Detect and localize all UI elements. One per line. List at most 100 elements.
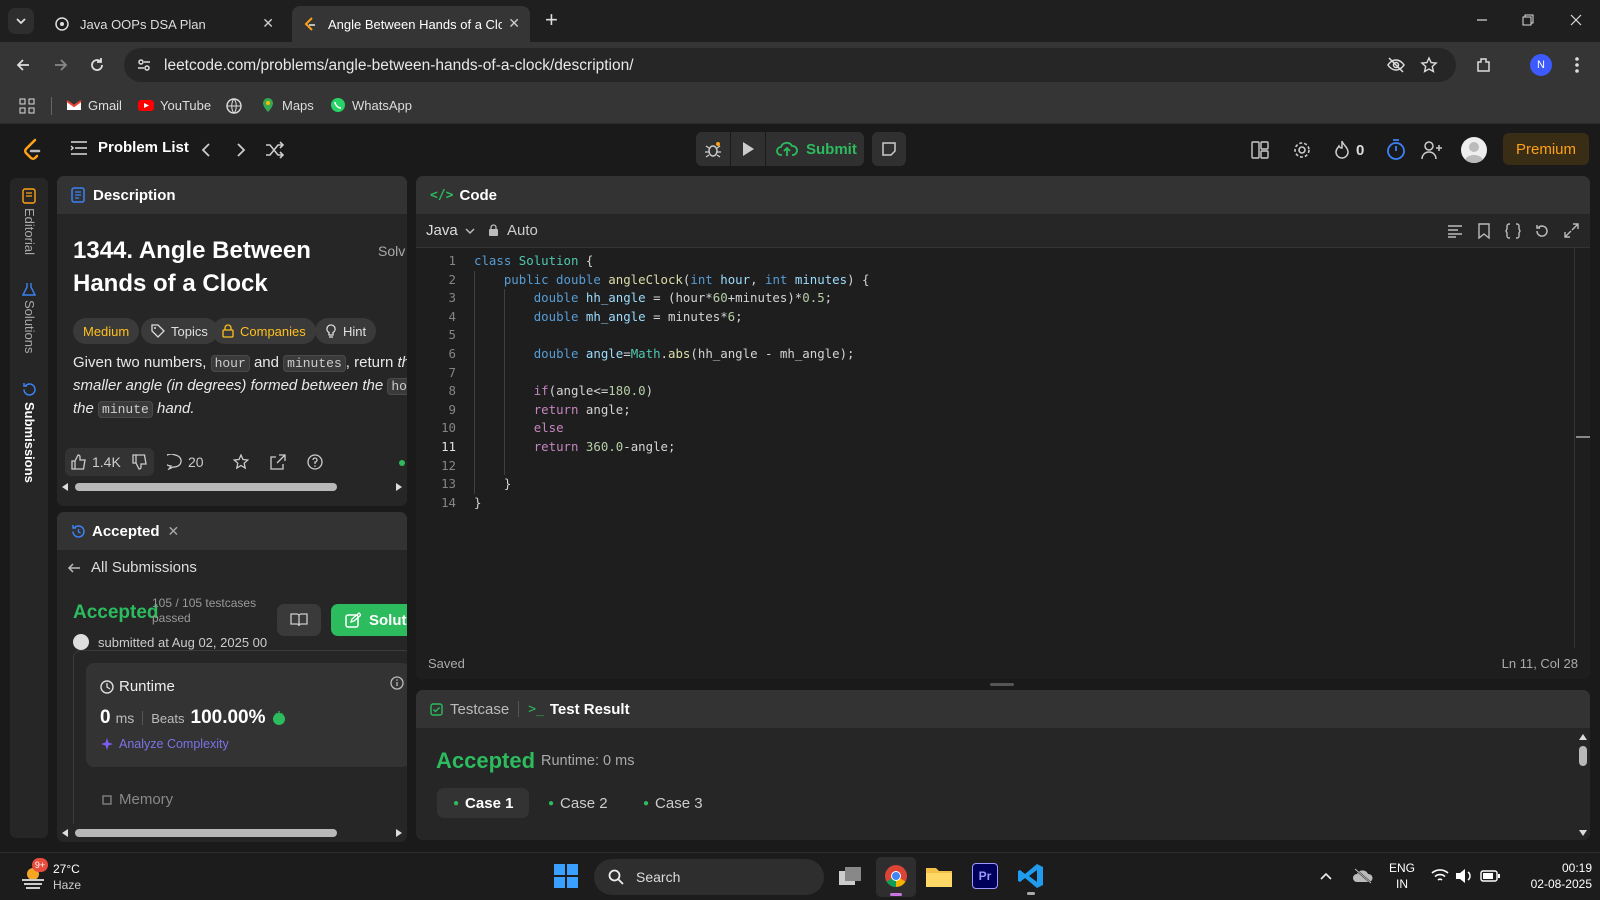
scroll-right-icon[interactable] (395, 829, 403, 837)
chrome-taskbar-button[interactable] (876, 857, 916, 897)
layout-icon[interactable] (1251, 141, 1269, 159)
globe-icon[interactable] (226, 98, 242, 114)
premium-button[interactable]: Premium (1503, 133, 1589, 165)
bookmark-icon[interactable] (1478, 223, 1490, 239)
scrollbar-thumb[interactable] (75, 483, 337, 491)
chevron-up-icon[interactable] (1319, 871, 1333, 881)
code-editor[interactable]: 1 2 3 4 5 6 7 8 9 10 11 12 13 14 class Solution { pub… (416, 252, 1590, 632)
problem-title[interactable]: 1344. Angle Between Hands of a Clock (73, 234, 311, 300)
bookmark-whatsapp[interactable]: WhatsApp (330, 97, 412, 113)
eye-off-icon[interactable] (1386, 56, 1406, 74)
file-explorer-button[interactable] (925, 863, 953, 891)
reset-icon[interactable] (1534, 223, 1550, 239)
scroll-right-icon[interactable] (395, 483, 403, 491)
new-tab-button[interactable]: + (545, 9, 558, 31)
address-bar[interactable]: leetcode.com/problems/angle-between-hand… (124, 48, 1456, 82)
leetcode-logo-icon[interactable] (22, 138, 42, 162)
result-scrollbar[interactable] (1576, 730, 1590, 840)
tab-submissions[interactable]: Submissions (22, 402, 37, 483)
add-friend-icon[interactable] (1421, 140, 1443, 160)
test-result-tab[interactable]: >_ Test Result (528, 701, 629, 718)
scroll-left-icon[interactable] (61, 829, 69, 837)
like-button[interactable]: 1.4K (65, 448, 127, 476)
vscode-button[interactable] (1017, 862, 1045, 895)
topics-tag-button[interactable]: Topics (141, 318, 218, 344)
horizontal-scrollbar[interactable] (57, 824, 407, 842)
bookmark-maps[interactable]: Maps (260, 97, 314, 113)
forward-button[interactable] (46, 50, 76, 80)
close-icon[interactable]: ✕ (262, 15, 274, 32)
browser-tab[interactable]: Java OOPs DSA Plan ✕ (44, 6, 284, 42)
star-icon[interactable] (1420, 56, 1438, 74)
all-submissions-link[interactable]: All Submissions (67, 559, 197, 576)
gear-icon[interactable] (1292, 140, 1312, 160)
restore-button[interactable] (1518, 10, 1538, 30)
language-select[interactable]: Java (426, 222, 476, 239)
bookmark-gmail[interactable]: Gmail (66, 97, 122, 113)
wifi-icon[interactable] (1431, 868, 1449, 884)
hint-tag-button[interactable]: Hint (315, 318, 377, 344)
url-text[interactable]: leetcode.com/problems/angle-between-hand… (164, 57, 634, 75)
dislike-button[interactable] (126, 448, 154, 476)
scroll-down-icon[interactable] (1579, 830, 1587, 836)
runtime-card[interactable]: Runtime 0 ms Beats 100.00% Analyze Compl… (73, 650, 407, 842)
volume-icon[interactable] (1455, 868, 1473, 884)
onedrive-offline-icon[interactable] (1352, 867, 1374, 885)
scrollbar-thumb[interactable] (75, 829, 337, 837)
site-info-icon[interactable] (136, 57, 152, 73)
close-icon[interactable]: ✕ (508, 15, 520, 32)
panel-resize-handle[interactable] (990, 683, 1014, 686)
comments-button[interactable]: 20 (167, 454, 204, 470)
extensions-icon[interactable] (1475, 56, 1493, 74)
close-icon[interactable]: ✕ (168, 523, 180, 540)
timer-icon[interactable] (1386, 139, 1406, 161)
testcase-tab[interactable]: Testcase (430, 701, 509, 718)
shuffle-icon[interactable] (265, 141, 285, 159)
auto-mode[interactable]: Auto (488, 222, 538, 239)
submit-button[interactable]: Submit (766, 132, 864, 166)
editorial-button[interactable] (277, 604, 321, 636)
run-button[interactable] (731, 132, 765, 166)
bookmark-youtube[interactable]: YouTube (138, 97, 211, 113)
case-2-tab[interactable]: ● Case 2 (532, 788, 624, 818)
scroll-up-icon[interactable] (1579, 734, 1587, 740)
accepted-tab[interactable]: Accepted ✕ (57, 512, 407, 550)
info-icon[interactable] (390, 676, 404, 690)
scrollbar-thumb[interactable] (1579, 746, 1587, 766)
tab-solutions[interactable]: Solutions (22, 300, 37, 353)
battery-icon[interactable] (1480, 870, 1500, 882)
more-menu-icon[interactable] (1574, 54, 1580, 76)
profile-avatar[interactable]: N (1530, 54, 1552, 76)
format-icon[interactable] (1447, 224, 1463, 238)
weather-widget[interactable]: 9+ 27°C Haze (18, 858, 98, 895)
premiere-pro-button[interactable]: Pr (972, 863, 998, 889)
star-icon[interactable] (233, 454, 249, 470)
close-window-button[interactable] (1566, 10, 1586, 30)
task-view-button[interactable] (836, 863, 864, 891)
notes-button[interactable] (872, 132, 906, 166)
minimize-button[interactable] (1472, 10, 1492, 30)
browser-tab-active[interactable]: Angle Between Hands of a Cloc ✕ (292, 6, 530, 42)
chevron-right-icon[interactable] (233, 141, 249, 159)
braces-icon[interactable] (1505, 223, 1521, 239)
tab-editorial[interactable]: Editorial (22, 208, 37, 255)
horizontal-scrollbar[interactable] (57, 480, 407, 494)
language-indicator[interactable]: ENG IN (1389, 860, 1415, 892)
editor-scrollbar-marker[interactable] (1576, 436, 1590, 438)
case-1-tab[interactable]: ● Case 1 (437, 788, 530, 818)
scroll-left-icon[interactable] (61, 483, 69, 491)
problem-list-button[interactable]: Problem List (70, 139, 189, 156)
fullscreen-icon[interactable] (1564, 223, 1579, 238)
code-header[interactable]: </> Code (416, 176, 1590, 214)
apps-grid-icon[interactable] (19, 98, 35, 114)
help-icon[interactable] (307, 454, 323, 470)
taskbar-search[interactable]: Search (594, 859, 824, 895)
back-button[interactable] (8, 50, 38, 80)
share-icon[interactable] (270, 454, 286, 470)
tab-search-button[interactable] (8, 8, 34, 34)
start-button[interactable] (553, 863, 581, 891)
reload-button[interactable] (82, 50, 112, 80)
solution-button[interactable]: Soluti (331, 604, 407, 636)
user-avatar[interactable] (1461, 137, 1487, 163)
code-content[interactable]: class Solution { public double angleCloc… (474, 252, 1474, 532)
